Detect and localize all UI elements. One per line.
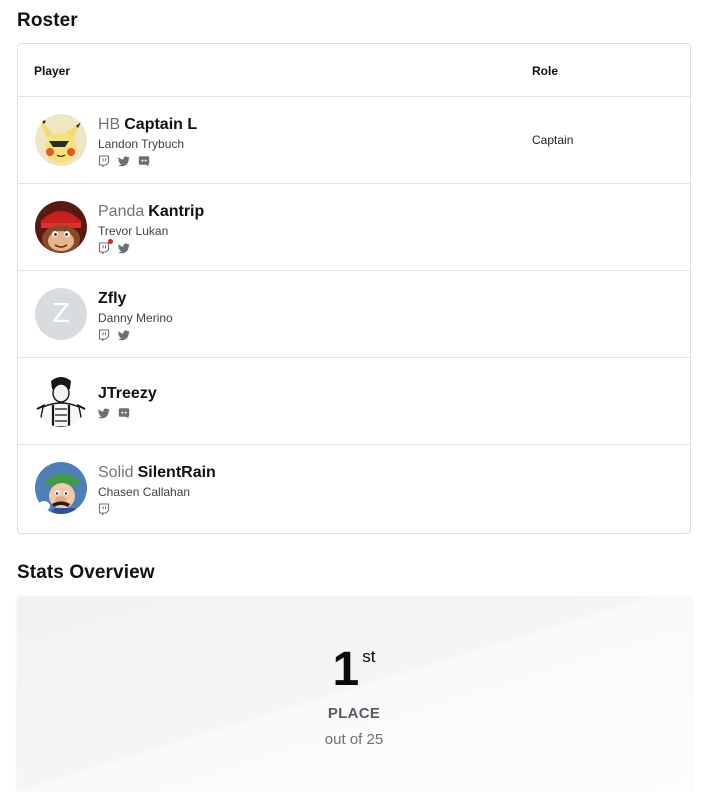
letter-avatar[interactable]: Z bbox=[35, 288, 87, 340]
twitch-icon[interactable] bbox=[98, 155, 110, 167]
player-real-name: Trevor Lukan bbox=[98, 224, 169, 238]
place-ordinal-suffix: st bbox=[362, 647, 376, 666]
roster-table: Player Role HBCaptain L Landon Trybuch bbox=[17, 43, 691, 534]
player-gamertag[interactable]: Panda Kantrip bbox=[98, 202, 204, 222]
gamertag-text: Captain L bbox=[124, 116, 198, 133]
role-column-header: Role bbox=[532, 64, 559, 78]
roster-row: HB Captain L Landon Trybuch Captain bbox=[18, 97, 690, 184]
gamertag-text: JTreezy bbox=[98, 385, 157, 402]
roster-heading: Roster bbox=[17, 10, 78, 31]
placement-total: out of 25 bbox=[324, 731, 384, 748]
player-gamertag[interactable]: Zfly bbox=[98, 289, 173, 309]
gamertag-text: SilentRain bbox=[137, 464, 216, 481]
team-prefix: Solid bbox=[98, 464, 134, 481]
twitter-icon[interactable] bbox=[118, 329, 130, 341]
placement-label: PLACE bbox=[327, 705, 381, 722]
live-indicator-dot bbox=[108, 239, 113, 244]
diddy-kong-avatar[interactable] bbox=[35, 201, 87, 253]
roster-row: Solid SilentRain Chasen Callahan bbox=[18, 445, 690, 532]
place-number-value: 1 bbox=[332, 643, 360, 696]
social-links bbox=[98, 329, 173, 341]
team-prefix: Panda bbox=[98, 203, 145, 220]
player-role: Captain bbox=[532, 133, 574, 147]
social-links bbox=[98, 239, 204, 254]
twitch-icon[interactable] bbox=[98, 239, 113, 254]
stats-overview-heading: Stats Overview bbox=[17, 562, 155, 583]
social-links bbox=[98, 407, 157, 419]
twitch-icon[interactable] bbox=[98, 503, 110, 515]
placement-number: 1st bbox=[17, 642, 691, 708]
twitter-icon[interactable] bbox=[118, 155, 130, 167]
social-links bbox=[98, 503, 216, 515]
pikachu-avatar[interactable] bbox=[35, 114, 87, 166]
discord-icon[interactable] bbox=[138, 155, 150, 167]
player-gamertag[interactable]: Solid SilentRain bbox=[98, 463, 216, 483]
luigi-avatar[interactable] bbox=[35, 462, 87, 514]
player-real-name: Chasen Callahan bbox=[98, 485, 191, 499]
twitter-icon[interactable] bbox=[118, 242, 130, 254]
player-column-header: Player bbox=[34, 64, 71, 78]
gamertag-text: Zfly bbox=[98, 290, 127, 307]
twitch-icon[interactable] bbox=[98, 329, 110, 341]
player-real-name: Danny Merino bbox=[98, 311, 173, 325]
roster-row: Z Zfly Danny Merino bbox=[18, 271, 690, 358]
player-real-name: Landon Trybuch bbox=[98, 137, 185, 151]
roster-row: JTreezy bbox=[18, 358, 690, 445]
twitter-icon[interactable] bbox=[98, 407, 110, 419]
player-gamertag[interactable]: JTreezy bbox=[98, 384, 157, 404]
discord-icon[interactable] bbox=[118, 407, 130, 419]
avatar-initial: Z bbox=[52, 299, 70, 329]
player-gamertag[interactable]: HB Captain L bbox=[98, 115, 197, 135]
roster-row: Panda Kantrip Trevor Lukan bbox=[18, 184, 690, 271]
team-prefix: HB bbox=[98, 116, 121, 133]
placement-card: 1st PLACE out of 25 bbox=[17, 596, 691, 792]
social-links bbox=[98, 155, 197, 167]
roster-table-header: Player Role bbox=[18, 44, 690, 97]
manga-avatar[interactable] bbox=[35, 375, 87, 427]
gamertag-text: Kantrip bbox=[148, 203, 205, 220]
